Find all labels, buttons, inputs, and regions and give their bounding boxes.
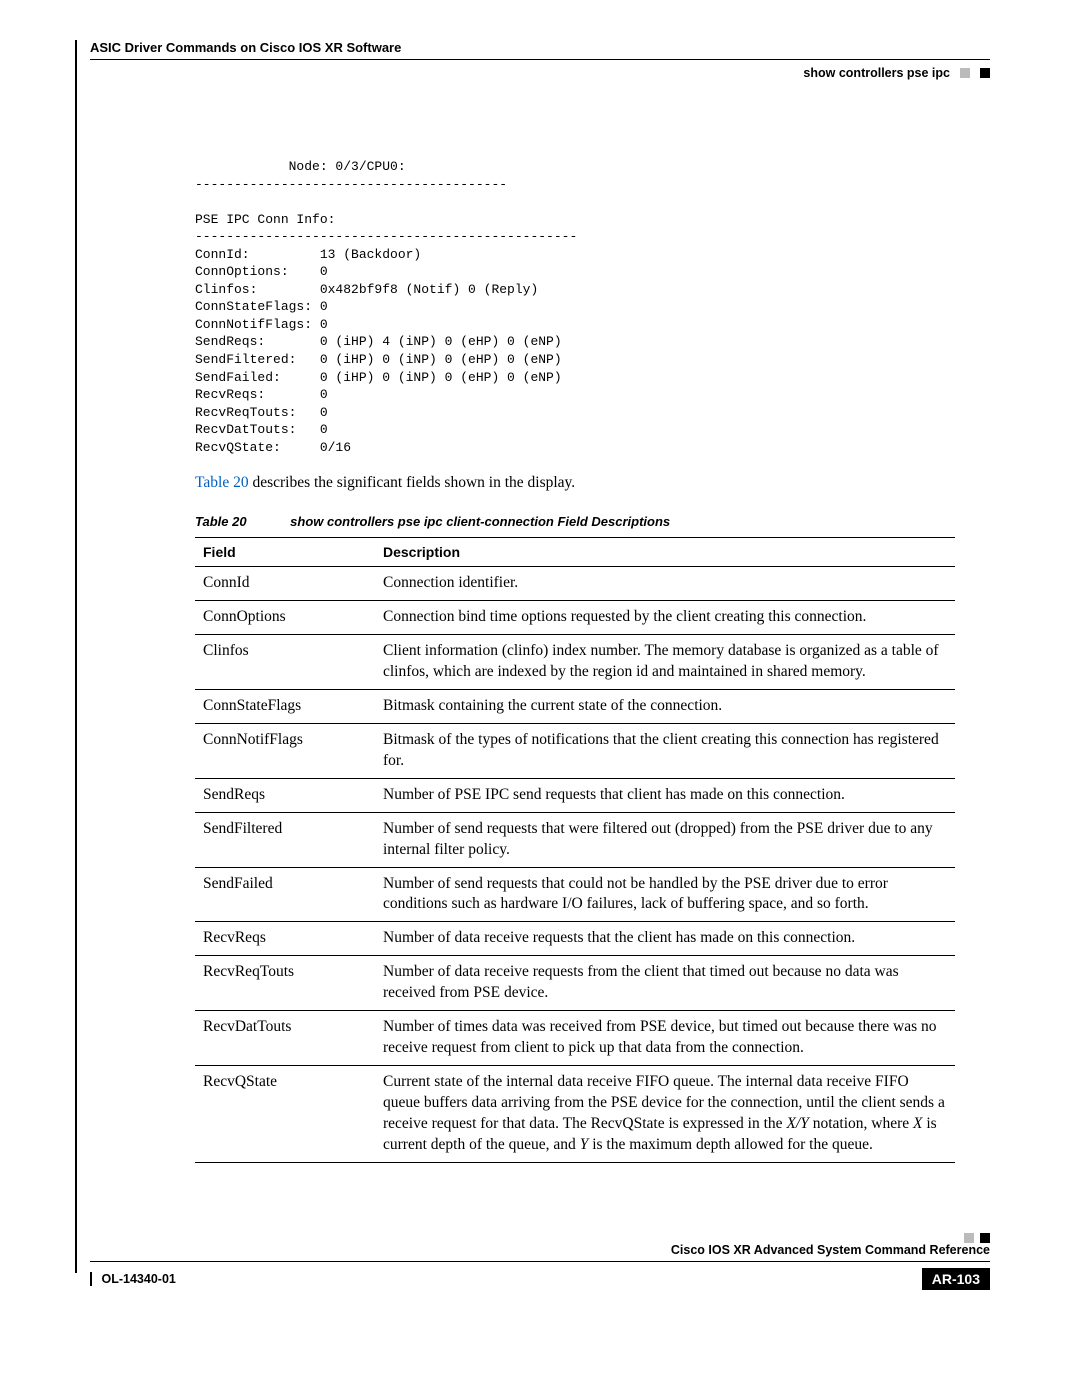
field-description: Number of send requests that were filter… <box>375 812 955 867</box>
table-row: RecvReqsNumber of data receive requests … <box>195 922 955 956</box>
table-ref-link[interactable]: Table 20 <box>195 474 249 491</box>
field-name: ConnNotifFlags <box>195 723 375 778</box>
field-description: Bitmask containing the current state of … <box>375 689 955 723</box>
var-xy: X/Y <box>786 1115 808 1132</box>
field-description: Bitmask of the types of notifications th… <box>375 723 955 778</box>
table-caption-text: show controllers pse ipc client-connecti… <box>290 514 670 529</box>
field-description-table: Field Description ConnIdConnection ident… <box>195 537 955 1162</box>
section-breadcrumb: show controllers pse ipc <box>803 66 950 80</box>
header-rule <box>90 59 990 60</box>
field-name: SendReqs <box>195 778 375 812</box>
doc-number: OL-14340-01 <box>90 1272 176 1286</box>
table-caption: Table 20 show controllers pse ipc client… <box>195 514 990 529</box>
table-row: ConnStateFlagsBitmask containing the cur… <box>195 689 955 723</box>
field-name: RecvDatTouts <box>195 1011 375 1066</box>
field-name: ConnOptions <box>195 601 375 635</box>
field-name: SendFiltered <box>195 812 375 867</box>
left-bar-icon <box>90 1272 92 1286</box>
field-description: Client information (clinfo) index number… <box>375 635 955 690</box>
field-name: Clinfos <box>195 635 375 690</box>
field-description: Connection bind time options requested b… <box>375 601 955 635</box>
field-name: ConnStateFlags <box>195 689 375 723</box>
table-row: ConnNotifFlagsBitmask of the types of no… <box>195 723 955 778</box>
table-caption-label: Table 20 <box>195 514 247 529</box>
table-row: RecvQState Current state of the internal… <box>195 1065 955 1162</box>
table-row: ConnOptionsConnection bind time options … <box>195 601 955 635</box>
field-name: SendFailed <box>195 867 375 922</box>
field-description: Number of times data was received from P… <box>375 1011 955 1066</box>
intro-text: describes the significant fields shown i… <box>249 474 576 491</box>
field-name: ConnId <box>195 567 375 601</box>
field-name: RecvReqTouts <box>195 956 375 1011</box>
table-row: ClinfosClient information (clinfo) index… <box>195 635 955 690</box>
field-description: Connection identifier. <box>375 567 955 601</box>
field-description: Number of data receive requests that the… <box>375 922 955 956</box>
field-name: RecvReqs <box>195 922 375 956</box>
cli-output: Node: 0/3/CPU0: ------------------------… <box>195 158 990 456</box>
table-row: SendFailedNumber of send requests that c… <box>195 867 955 922</box>
field-description: Current state of the internal data recei… <box>375 1065 955 1162</box>
field-description: Number of data receive requests from the… <box>375 956 955 1011</box>
field-description: Number of PSE IPC send requests that cli… <box>375 778 955 812</box>
decor-square-icon <box>964 1233 974 1243</box>
book-title: Cisco IOS XR Advanced System Command Ref… <box>90 1243 990 1257</box>
chapter-title: ASIC Driver Commands on Cisco IOS XR Sof… <box>90 40 990 55</box>
col-header-field: Field <box>195 538 375 567</box>
decor-square-icon <box>980 1233 990 1243</box>
page-footer: Cisco IOS XR Advanced System Command Ref… <box>90 1233 990 1293</box>
col-header-description: Description <box>375 538 955 567</box>
decor-square-icon <box>960 68 970 78</box>
table-row: ConnIdConnection identifier. <box>195 567 955 601</box>
field-name: RecvQState <box>195 1065 375 1162</box>
left-margin-rule <box>75 40 77 1273</box>
table-row: RecvDatToutsNumber of times data was rec… <box>195 1011 955 1066</box>
decor-square-icon <box>980 68 990 78</box>
table-row: SendReqsNumber of PSE IPC send requests … <box>195 778 955 812</box>
footer-rule <box>90 1261 990 1262</box>
table-row: RecvReqToutsNumber of data receive reque… <box>195 956 955 1011</box>
page-number: AR-103 <box>922 1268 990 1290</box>
intro-paragraph: Table 20 describes the significant field… <box>195 474 990 492</box>
table-row: SendFilteredNumber of send requests that… <box>195 812 955 867</box>
page-header: ASIC Driver Commands on Cisco IOS XR Sof… <box>90 40 990 88</box>
field-description: Number of send requests that could not b… <box>375 867 955 922</box>
